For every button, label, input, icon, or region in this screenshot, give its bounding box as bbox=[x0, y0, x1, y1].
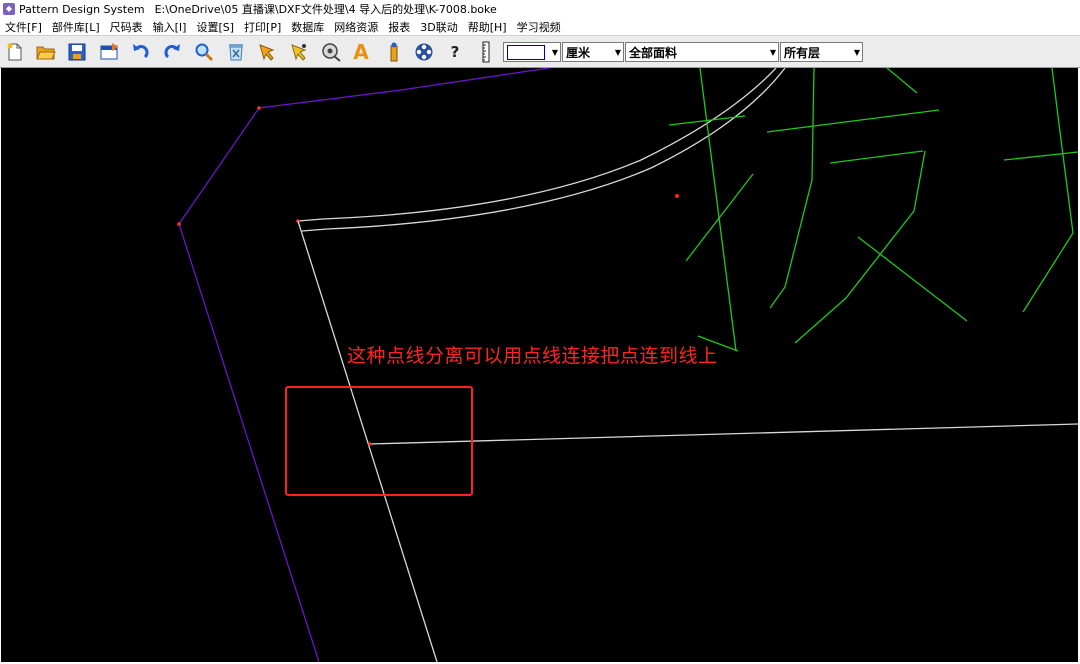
title-bar: ◆ Pattern Design System E:\OneDrive\05 直… bbox=[0, 0, 1080, 18]
menu-network-resources[interactable]: 网络资源 bbox=[329, 19, 383, 35]
line-color-select[interactable]: ▼ bbox=[503, 42, 561, 62]
layer-select[interactable]: 所有层 ▼ bbox=[780, 42, 863, 62]
unit-select[interactable]: 厘米 ▼ bbox=[562, 42, 624, 62]
import-icon[interactable] bbox=[99, 41, 121, 63]
ruler-pin-icon[interactable] bbox=[383, 41, 405, 63]
menu-database[interactable]: 数据库 bbox=[286, 19, 329, 35]
annotation-text: 这种点线分离可以用点线连接把点连到线上 bbox=[347, 345, 718, 367]
undo-icon[interactable] bbox=[130, 41, 152, 63]
select-arrow-icon[interactable] bbox=[256, 41, 278, 63]
menu-bar: 文件[F] 部件库[L] 尺码表 输入[I] 设置[S] 打印[P] 数据库 网… bbox=[0, 18, 1080, 35]
film-reel-icon[interactable] bbox=[413, 41, 435, 63]
chevron-down-icon: ▼ bbox=[614, 47, 622, 57]
menu-input[interactable]: 输入[I] bbox=[148, 19, 192, 35]
fabric-value: 全部面料 bbox=[629, 45, 678, 60]
menu-report[interactable]: 报表 bbox=[383, 19, 415, 35]
redo-icon[interactable] bbox=[161, 41, 183, 63]
save-icon[interactable] bbox=[66, 41, 88, 63]
stray-point bbox=[675, 194, 679, 198]
menu-settings[interactable]: 设置[S] bbox=[191, 19, 239, 35]
unit-value: 厘米 bbox=[566, 45, 591, 60]
menu-file[interactable]: 文件[F] bbox=[0, 19, 47, 35]
menu-size-table[interactable]: 尺码表 bbox=[105, 19, 148, 35]
help-icon[interactable]: ? bbox=[444, 41, 466, 63]
fabric-select[interactable]: 全部面料 ▼ bbox=[625, 42, 779, 62]
menu-tutorial-video[interactable]: 学习视频 bbox=[512, 19, 566, 35]
horizontal-line bbox=[369, 423, 1078, 445]
menu-help[interactable]: 帮助[H] bbox=[463, 19, 512, 35]
zoom-icon[interactable] bbox=[193, 41, 215, 63]
ruler-icon[interactable] bbox=[480, 41, 494, 63]
purple-outline-point bbox=[257, 106, 261, 110]
drawing-canvas[interactable]: 这种点线分离可以用点线连接把点连到线上 bbox=[1, 68, 1078, 662]
text-a-icon[interactable]: A bbox=[350, 41, 372, 63]
app-logo-icon: ◆ bbox=[3, 3, 15, 15]
purple-outline-point bbox=[177, 222, 181, 226]
menu-parts-library[interactable]: 部件库[L] bbox=[47, 19, 105, 35]
tape-icon[interactable] bbox=[320, 41, 342, 63]
neckline-curve-inner bbox=[301, 68, 786, 232]
menu-print[interactable]: 打印[P] bbox=[239, 19, 286, 35]
green-text-strokes bbox=[668, 68, 1078, 352]
layer-value: 所有层 bbox=[784, 45, 821, 60]
delete-icon[interactable] bbox=[225, 41, 247, 63]
neckline-curve-outer bbox=[297, 68, 777, 222]
color-swatch bbox=[507, 44, 545, 60]
file-path: E:\OneDrive\05 直播课\DXF文件处理\4 导入后的处理\K-70… bbox=[154, 3, 497, 16]
menu-3d-link[interactable]: 3D联动 bbox=[415, 19, 462, 35]
chevron-down-icon: ▼ bbox=[769, 47, 777, 57]
open-folder-icon[interactable] bbox=[35, 41, 57, 63]
new-file-icon[interactable] bbox=[4, 41, 26, 63]
highlight-box bbox=[285, 386, 473, 496]
point-arrow-icon[interactable] bbox=[288, 41, 310, 63]
chevron-down-icon: ▼ bbox=[551, 47, 559, 57]
app-title: Pattern Design System bbox=[19, 2, 145, 16]
toolbar: A ? ▼ 厘米 ▼ 全部面料 ▼ 所有层 ▼ bbox=[0, 35, 1080, 68]
chevron-down-icon: ▼ bbox=[853, 47, 861, 57]
